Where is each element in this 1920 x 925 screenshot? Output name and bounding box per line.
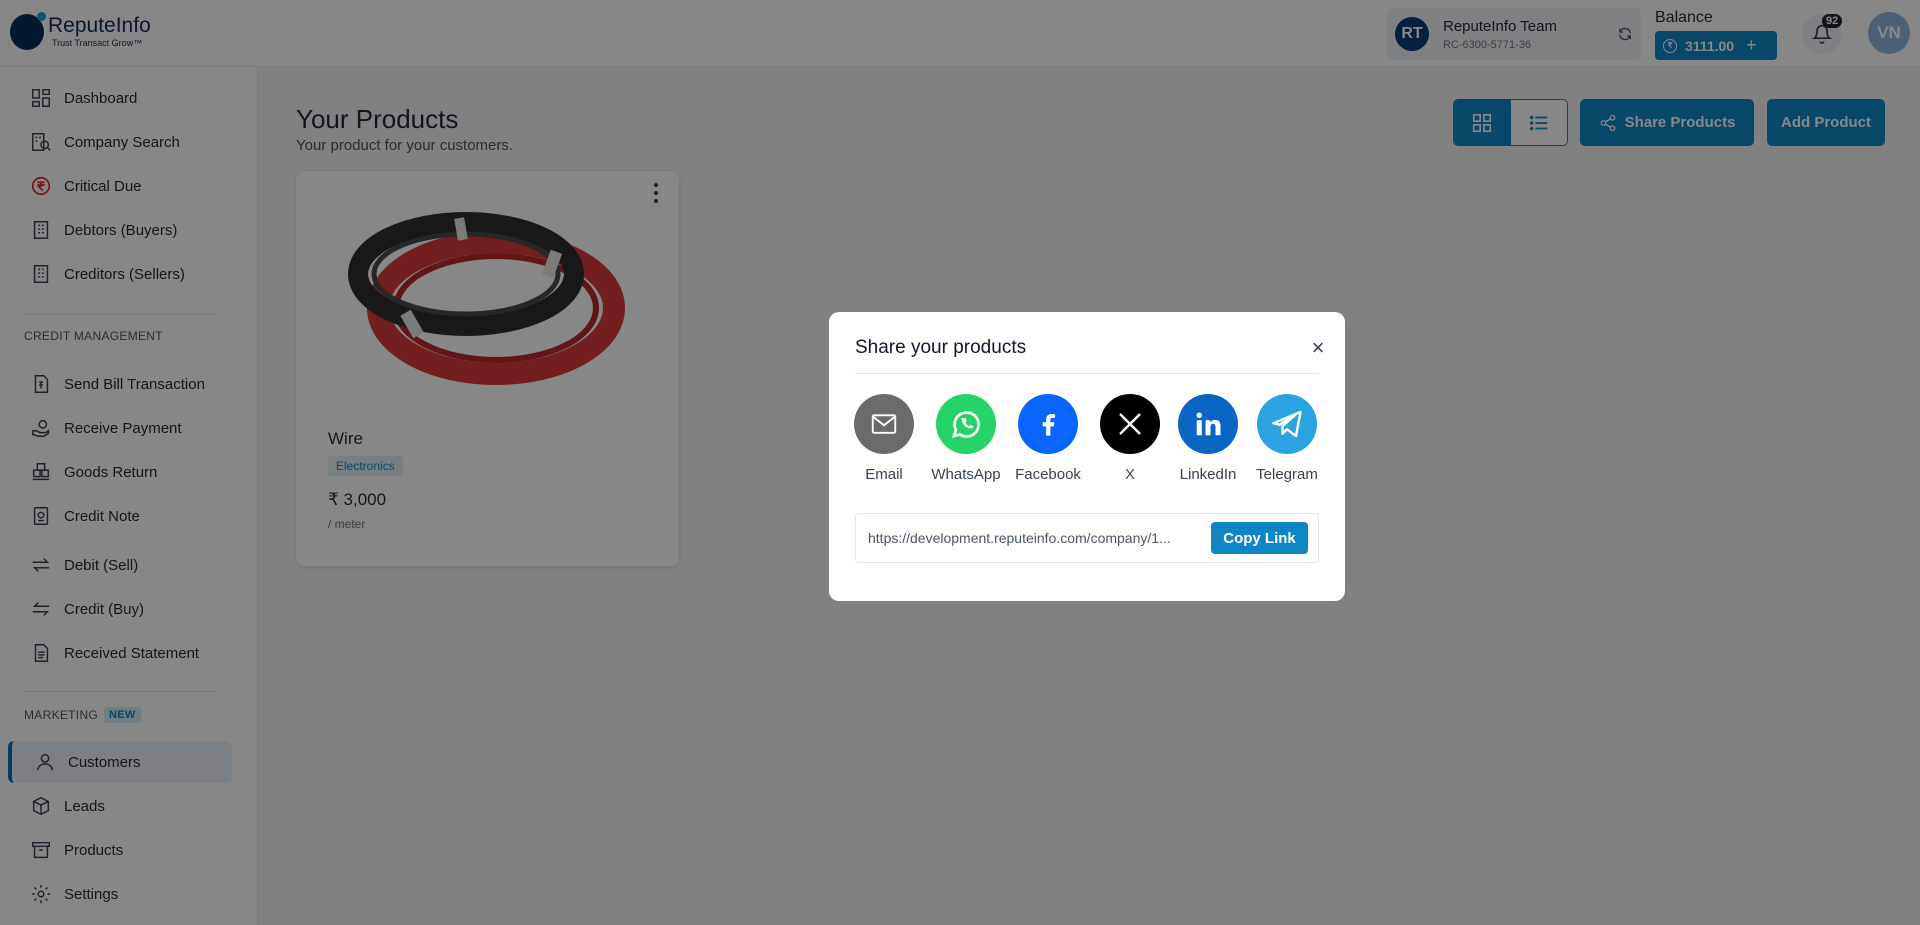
share-facebook-label: Facebook (1015, 466, 1081, 483)
whatsapp-icon (936, 394, 996, 454)
share-telegram-label: Telegram (1256, 466, 1318, 483)
share-whatsapp-option[interactable]: WhatsApp (931, 394, 1001, 483)
share-link-url[interactable]: https://development.reputeinfo.com/compa… (868, 530, 1198, 546)
x-icon (1100, 394, 1160, 454)
share-linkedin-label: LinkedIn (1179, 466, 1237, 483)
share-facebook-option[interactable]: Facebook (1013, 394, 1083, 483)
share-x-option[interactable]: X (1095, 394, 1165, 483)
share-products-modal: Share your products × Email WhatsApp Fac… (829, 312, 1345, 601)
linkedin-icon (1178, 394, 1238, 454)
copy-link-button[interactable]: Copy Link (1211, 522, 1308, 554)
share-x-label: X (1124, 466, 1135, 483)
share-telegram-option[interactable]: Telegram (1252, 394, 1322, 483)
share-email-label: Email (865, 466, 903, 483)
facebook-icon (1018, 394, 1078, 454)
close-icon[interactable]: × (1307, 337, 1329, 359)
share-email-option[interactable]: Email (849, 394, 919, 483)
modal-title: Share your products (855, 337, 1027, 358)
telegram-icon (1257, 394, 1317, 454)
share-whatsapp-label: WhatsApp (931, 466, 1001, 483)
email-icon (854, 394, 914, 454)
share-link-field[interactable]: https://development.reputeinfo.com/compa… (855, 513, 1319, 563)
share-linkedin-option[interactable]: LinkedIn (1173, 394, 1243, 483)
modal-divider (855, 373, 1319, 374)
